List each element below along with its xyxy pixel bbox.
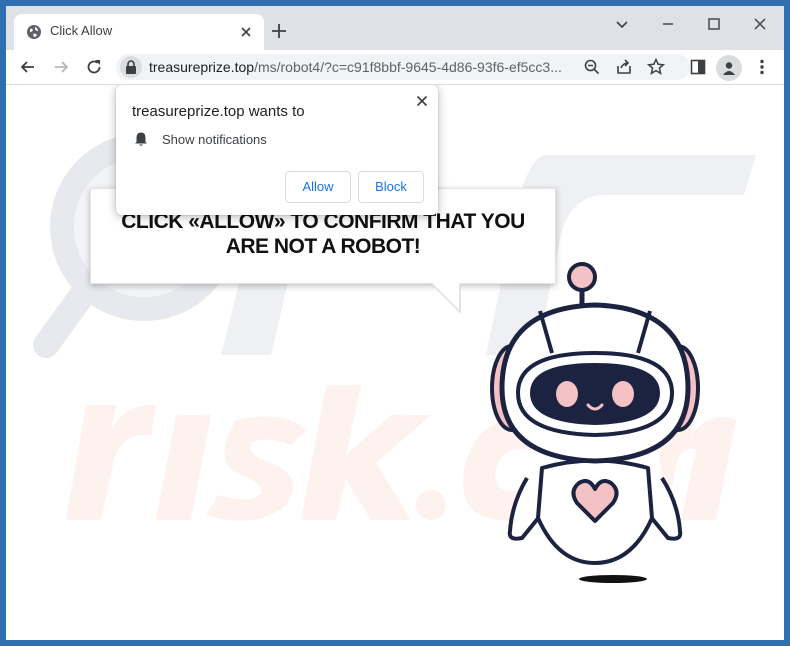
site-info-button[interactable] [120, 56, 142, 78]
star-icon[interactable] [646, 57, 666, 77]
url-domain: treasureprize.top [149, 59, 255, 75]
navigation-toolbar: treasureprize.top/ms/robot4/?c=c91f8bbf-… [6, 50, 784, 85]
profile-button[interactable] [716, 55, 742, 81]
allow-button[interactable]: Allow [285, 171, 351, 203]
notification-permission-popup: treasureprize.top wants to Show notifica… [116, 85, 438, 215]
title-bar: Click Allow [6, 6, 784, 50]
web-page: CLICK «ALLOW» TO CONFIRM THAT YOU ARE NO… [6, 85, 784, 640]
robot-illustration [490, 262, 700, 583]
close-icon[interactable] [238, 24, 254, 40]
url-text: treasureprize.top/ms/robot4/?c=c91f8bbf-… [149, 59, 579, 75]
block-button[interactable]: Block [358, 171, 424, 203]
address-bar[interactable]: treasureprize.top/ms/robot4/?c=c91f8bbf-… [116, 54, 690, 80]
close-icon[interactable] [414, 93, 430, 109]
close-window-icon[interactable] [750, 14, 770, 34]
lock-icon [126, 60, 136, 74]
popup-title: treasureprize.top wants to [132, 103, 305, 120]
tab-title: Click Allow [50, 23, 113, 38]
plus-icon[interactable] [270, 22, 288, 40]
share-icon[interactable] [614, 57, 634, 77]
forward-arrow-icon[interactable] [51, 57, 71, 77]
back-arrow-icon[interactable] [18, 57, 38, 77]
tab-search-icon[interactable] [612, 14, 632, 34]
more-vert-icon[interactable] [752, 57, 772, 77]
browser-window: Click Allow treasureprize.top/ms/robot4/… [6, 6, 784, 640]
globe-icon [27, 25, 41, 39]
tab-click-allow[interactable]: Click Allow [14, 14, 264, 50]
restore-icon[interactable] [704, 14, 724, 34]
minimize-icon[interactable] [658, 14, 678, 34]
permission-label: Show notifications [162, 132, 267, 147]
zoom-icon[interactable] [582, 57, 602, 77]
bubble-message: CLICK «ALLOW» TO CONFIRM THAT YOU ARE NO… [91, 209, 555, 259]
bubble-tail [428, 280, 464, 314]
url-path: /ms/robot4/?c=c91f8bbf-9645-4d86-93f6-ef… [254, 59, 562, 75]
bell-icon [135, 132, 147, 146]
profile-icon [723, 62, 735, 75]
reload-icon[interactable] [84, 57, 104, 77]
side-panel-icon[interactable] [688, 57, 708, 77]
